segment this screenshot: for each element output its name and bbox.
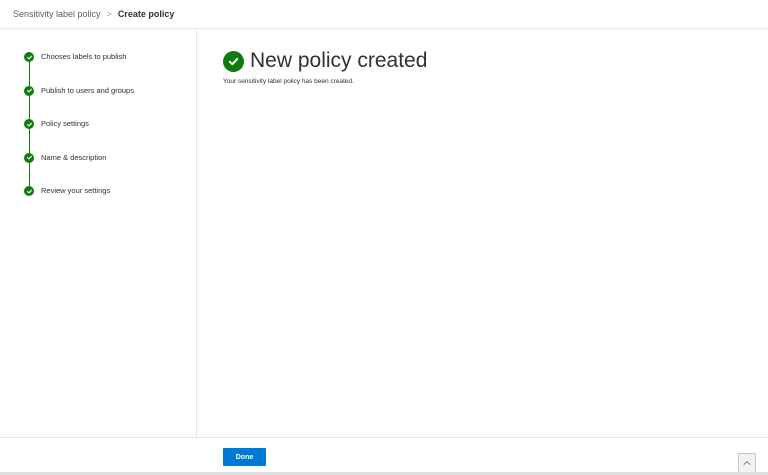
create-policy-page: Sensitivity label policy > Create policy…	[0, 0, 768, 475]
wizard-step-review-settings[interactable]: Review your settings	[24, 186, 134, 220]
wizard-step-label: Name & description	[41, 152, 107, 162]
check-circle-icon	[24, 152, 34, 163]
check-circle-icon	[223, 50, 244, 72]
wizard-steps-sidebar: Chooses labels to publish Publish to use…	[0, 29, 197, 437]
step-connector	[28, 129, 30, 153]
step-connector	[28, 62, 30, 86]
breadcrumb-separator: >	[106, 9, 112, 19]
wizard-step-label: Review your settings	[41, 186, 111, 195]
breadcrumb-parent-link[interactable]: Sensitivity label policy	[13, 9, 101, 19]
done-button[interactable]: Done	[223, 448, 266, 466]
chevron-up-icon	[743, 461, 751, 465]
breadcrumb: Sensitivity label policy > Create policy	[0, 0, 768, 29]
check-circle-icon	[24, 85, 34, 96]
wizard-step-label: Policy settings	[41, 119, 89, 128]
wizard-step-name-description[interactable]: Name & description	[24, 152, 134, 186]
scroll-to-top-button[interactable]	[738, 453, 756, 473]
breadcrumb-current: Create policy	[117, 9, 175, 19]
wizard-step-choose-labels[interactable]: Chooses labels to publish	[24, 52, 134, 86]
wizard-step-policy-settings[interactable]: Policy settings	[24, 119, 134, 153]
main-content: New policy created Your sensitivity labe…	[223, 47, 427, 85]
check-circle-icon	[24, 52, 34, 62]
check-circle-icon	[24, 186, 34, 196]
wizard-step-label: Publish to users and groups	[41, 85, 134, 95]
step-connector	[28, 95, 30, 119]
confirmation-message: Your sensitivity label policy has been c…	[223, 78, 354, 85]
page-title: New policy created	[250, 49, 428, 72]
wizard-step-label: Chooses labels to publish	[41, 52, 127, 61]
wizard-steps: Chooses labels to publish Publish to use…	[24, 52, 134, 220]
step-connector	[28, 162, 30, 186]
page-title-row: New policy created	[223, 47, 427, 75]
check-circle-icon	[24, 119, 34, 129]
wizard-step-publish-users[interactable]: Publish to users and groups	[24, 85, 134, 119]
footer: Done	[0, 437, 768, 475]
